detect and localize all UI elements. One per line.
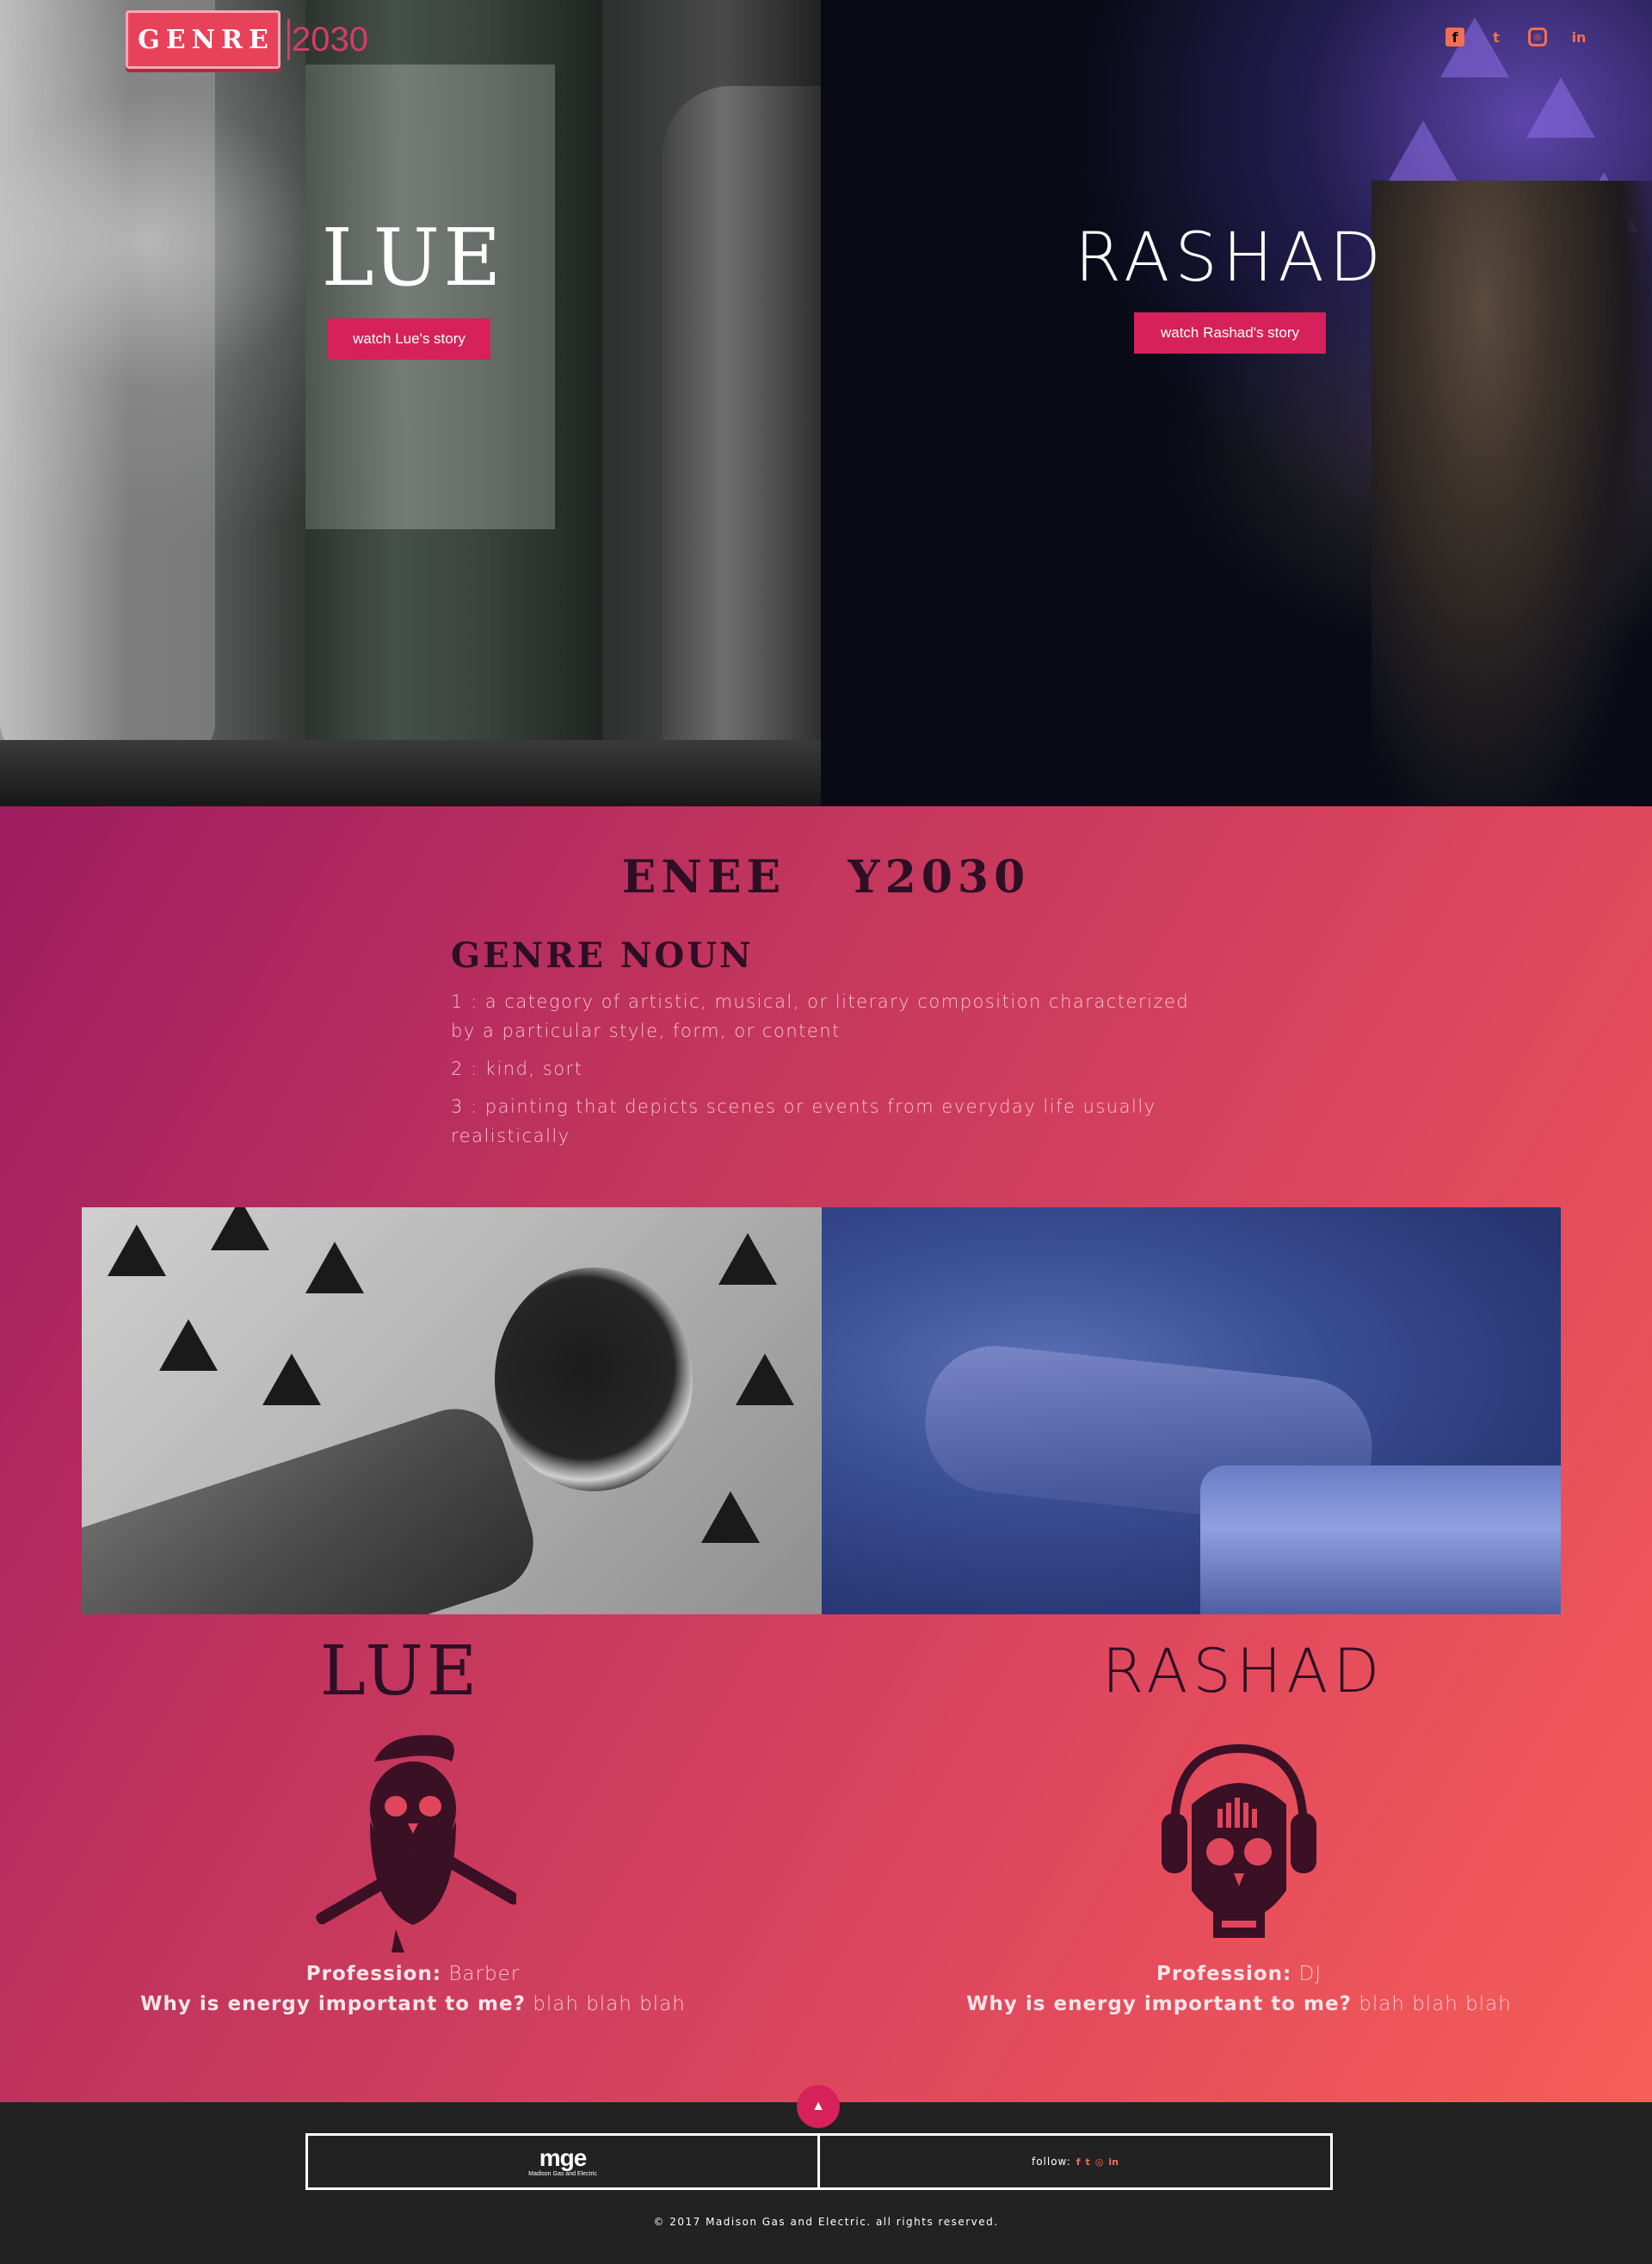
energy-question-line: Why is energy important to me? blah blah… (826, 1989, 1652, 2020)
logo-letter: E (165, 24, 186, 55)
person-name: RASHAD (1101, 1636, 1385, 1706)
footer: ▲ mge Madison Gas and Electric follow: f… (0, 2085, 1652, 2264)
follow-label: follow: (1031, 2156, 1071, 2168)
energy-answer: blah blah blah (533, 1993, 686, 2015)
pattern-shape (1440, 17, 1509, 77)
definition-list: 1 : a category of artistic, musical, or … (451, 987, 1208, 1159)
table-image (0, 740, 821, 806)
energy-question-line: Why is energy important to me? blah blah… (0, 1989, 826, 2020)
profession-value: DJ (1298, 1963, 1322, 1985)
thermostat-dial (495, 1268, 693, 1491)
pattern-shape (701, 1491, 760, 1543)
watch-rashad-story-button[interactable]: watch Rashad's story (1134, 312, 1326, 354)
hero (0, 0, 1652, 806)
mge-logo[interactable]: mge Madison Gas and Electric (308, 2136, 820, 2187)
chevron-up-icon: ▲ (811, 2099, 825, 2113)
instagram-icon[interactable]: ◎ (1528, 28, 1547, 46)
facebook-icon[interactable]: f (1446, 28, 1464, 46)
turntable-deck (1200, 1465, 1561, 1614)
pattern-shape (211, 1207, 269, 1250)
copyright: © 2017 Madison Gas and Electric. all rig… (653, 2216, 999, 2228)
mge-logo-text: mge (539, 2144, 588, 2171)
hero-lue-background (0, 0, 821, 806)
social-links: f t ◎ in (1446, 28, 1588, 46)
thermostat-photo[interactable] (82, 1207, 822, 1614)
person-card-rashad: RASHAD Profession: DJ Why is energy impo… (826, 1632, 1652, 2020)
scroll-to-top-button[interactable]: ▲ (797, 2085, 840, 2128)
person-name: LUE (319, 1631, 481, 1711)
story-photos (82, 1207, 1561, 1614)
pattern-shape (718, 1233, 777, 1285)
energy-question: Why is energy important to me? (140, 1993, 526, 2015)
genre-2030-logo[interactable]: G E N R E 2030 (126, 10, 368, 71)
energy-question: Why is energy important to me? (966, 1993, 1352, 2015)
pattern-shape (1389, 120, 1458, 181)
hero-rashad-background (821, 0, 1652, 806)
definition-heading: GENRE NOUN (451, 935, 754, 976)
instagram-icon[interactable]: ◎ (1095, 2156, 1104, 2168)
watch-lue-story-button[interactable]: watch Lue's story (328, 318, 490, 360)
profession-label: Profession: (305, 1963, 442, 1985)
energy-answer: blah blah blah (1359, 1993, 1512, 2015)
glass-image (0, 0, 215, 757)
follow-links: follow: f t ◎ in (820, 2136, 1330, 2187)
logo-letter: G (138, 24, 160, 55)
definition-entry: 2 : kind, sort (451, 1058, 583, 1079)
pattern-shape (736, 1354, 794, 1405)
profession-label: Profession: (1156, 1963, 1292, 1985)
definition-entry: 3 : painting that depicts scenes or even… (451, 1096, 1156, 1146)
twitter-icon[interactable]: t (1086, 2156, 1090, 2168)
logo-letter: N (191, 24, 216, 55)
linkedin-icon[interactable]: in (1569, 28, 1588, 46)
profession-line: Profession: DJ (826, 1959, 1652, 1989)
turntable-photo[interactable] (822, 1207, 1561, 1614)
genre-2030-title: ENEE Y2030 (621, 851, 1031, 904)
tattooed-arm (82, 1395, 547, 1614)
person-card-lue: LUE Profession: Barber Why is energy imp… (0, 1632, 826, 2020)
pattern-shape (305, 1242, 364, 1293)
facebook-icon[interactable]: f (1076, 2156, 1081, 2168)
profession-line: Profession: Barber (0, 1959, 826, 1989)
logo-number: 2030 (287, 19, 368, 60)
pattern-shape (108, 1225, 166, 1276)
pattern-shape (159, 1319, 218, 1371)
definition-entry: 1 : a category of artistic, musical, or … (451, 991, 1190, 1041)
profession-value: Barber (448, 1963, 521, 1985)
genre-section: ENEE Y2030 GENRE NOUN 1 : a category of … (0, 806, 1652, 2102)
pattern-shape (1526, 77, 1595, 138)
headphone-skull-icon (1136, 1727, 1342, 1959)
dj-person-image (1372, 181, 1652, 806)
logo-letter: R (221, 24, 243, 55)
mge-logo-subtext: Madison Gas and Electric (528, 2170, 597, 2177)
pattern-shape (262, 1354, 321, 1405)
bearded-skull-razor-icon (310, 1727, 520, 1959)
hero-name-rashad: RASHAD (1075, 219, 1386, 297)
twitter-icon[interactable]: t (1487, 28, 1506, 46)
logo-letter: E (248, 24, 268, 55)
hero-name-lue: LUE (321, 212, 505, 304)
footer-box: mge Madison Gas and Electric follow: f t… (305, 2133, 1333, 2190)
logo-flag: G E N R E (126, 10, 280, 69)
linkedin-icon[interactable]: in (1108, 2156, 1119, 2168)
glass-image (663, 86, 821, 774)
